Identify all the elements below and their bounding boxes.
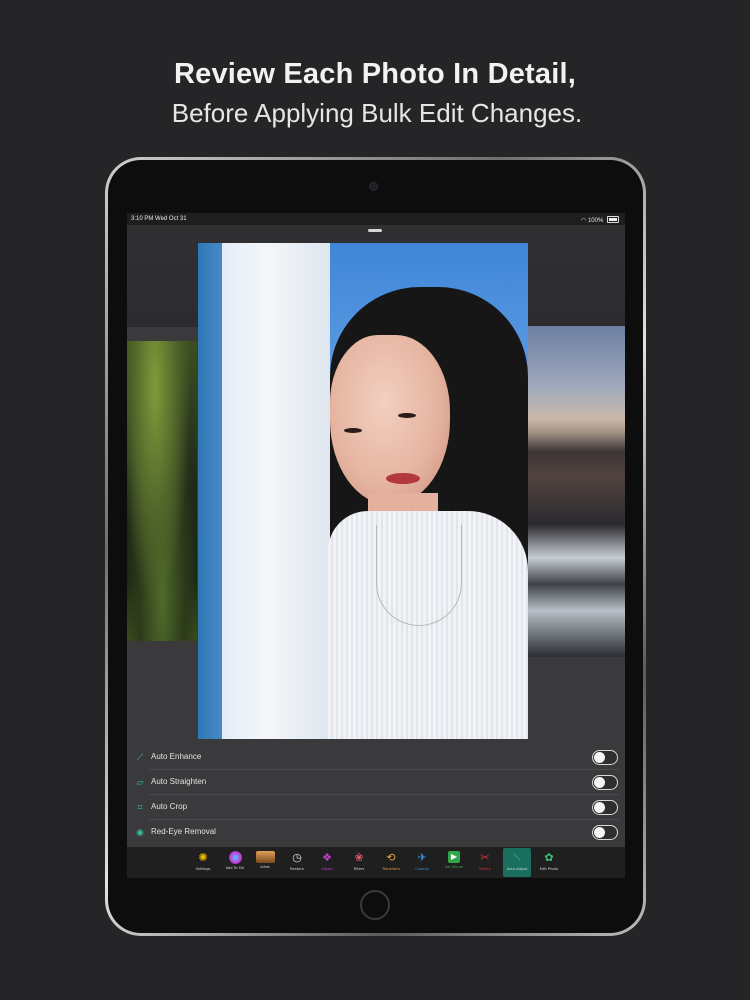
tool-auto-adjust[interactable]: ⟍ Auto-Adjust [503, 848, 531, 877]
setting-label: Auto Crop [151, 802, 188, 811]
delete-icon: ✂ [480, 852, 490, 864]
red-eye-removal-toggle[interactable] [592, 825, 618, 840]
tool-filters[interactable]: ❀ Filters [345, 848, 373, 877]
tool-classify[interactable]: ✈ Classify [408, 848, 436, 877]
siri-icon [228, 851, 242, 864]
setting-row-auto-straighten: ▱ Auto Straighten [127, 770, 625, 795]
setting-row-auto-enhance: ⟋ Auto Enhance [127, 745, 625, 770]
current-photo[interactable] [198, 243, 528, 739]
clock-icon: ◷ [292, 852, 302, 864]
setting-label: Auto Enhance [151, 752, 202, 761]
eye-icon: ◉ [136, 827, 144, 837]
tool-add-to-siri[interactable]: Add To Siri [221, 848, 249, 877]
wifi-icon: ◠ [581, 218, 587, 224]
tool-restore[interactable]: ◷ Restore [283, 848, 311, 877]
setting-row-auto-crop: ⌗ Auto Crop [127, 795, 625, 820]
gear-icon: ✺ [198, 852, 208, 864]
drag-handle[interactable] [368, 229, 382, 232]
status-date: Wed Oct 31 [155, 216, 187, 222]
headline-subtitle: Before Applying Bulk Edit Changes. [171, 98, 583, 128]
tool-album[interactable]: ❖ Album [313, 848, 341, 877]
home-button[interactable] [360, 890, 390, 920]
magic-wand-icon: ⟋ [136, 752, 144, 762]
auto-enhance-toggle[interactable] [592, 750, 618, 765]
setting-row-red-eye-removal: ◉ Red-Eye Removal [127, 820, 625, 845]
auto-crop-toggle[interactable] [592, 800, 618, 815]
tool-edit-photo[interactable]: ✿ Edit Photo [535, 848, 563, 877]
previous-photo[interactable] [127, 341, 197, 641]
setting-label: Auto Straighten [151, 777, 207, 786]
album-icon: ❖ [322, 852, 332, 864]
tool-artist[interactable]: Artist [251, 848, 279, 877]
status-time: 3:10 PM [131, 216, 154, 222]
artist-icon [255, 851, 275, 863]
straighten-icon: ▱ [136, 777, 144, 787]
tool-transform[interactable]: ⟲ Transform [377, 848, 405, 877]
classify-icon: ✈ [417, 852, 427, 864]
next-photo[interactable] [528, 326, 625, 657]
app-screen: 3:10 PM Wed Oct 31 ◠ 100% ⟋ Auto Enhance [127, 213, 625, 878]
auto-straighten-toggle[interactable] [592, 775, 618, 790]
tool-delete[interactable]: ✂ Delete [471, 848, 499, 877]
tool-settings[interactable]: ✺ Settings [189, 848, 217, 877]
filters-icon: ❀ [354, 852, 364, 864]
play-icon: ▶ [448, 851, 460, 863]
status-bar: 3:10 PM Wed Oct 31 ◠ 100% [127, 213, 625, 225]
bottom-toolbar: ✺ Settings Add To Siri Artist ◷ Restore … [127, 847, 625, 878]
battery-percent: 100% [587, 218, 604, 224]
wand-icon: ⟍ [513, 852, 521, 864]
transform-icon: ⟲ [386, 852, 396, 864]
front-camera [369, 182, 378, 191]
battery-icon [607, 216, 619, 223]
tool-set-album[interactable]: ▶ Set Album [440, 848, 468, 877]
headline-title: Review Each Photo In Detail, [173, 58, 577, 90]
setting-label: Red-Eye Removal [151, 827, 216, 836]
edit-icon: ✿ [544, 852, 554, 864]
crop-icon: ⌗ [137, 802, 143, 812]
